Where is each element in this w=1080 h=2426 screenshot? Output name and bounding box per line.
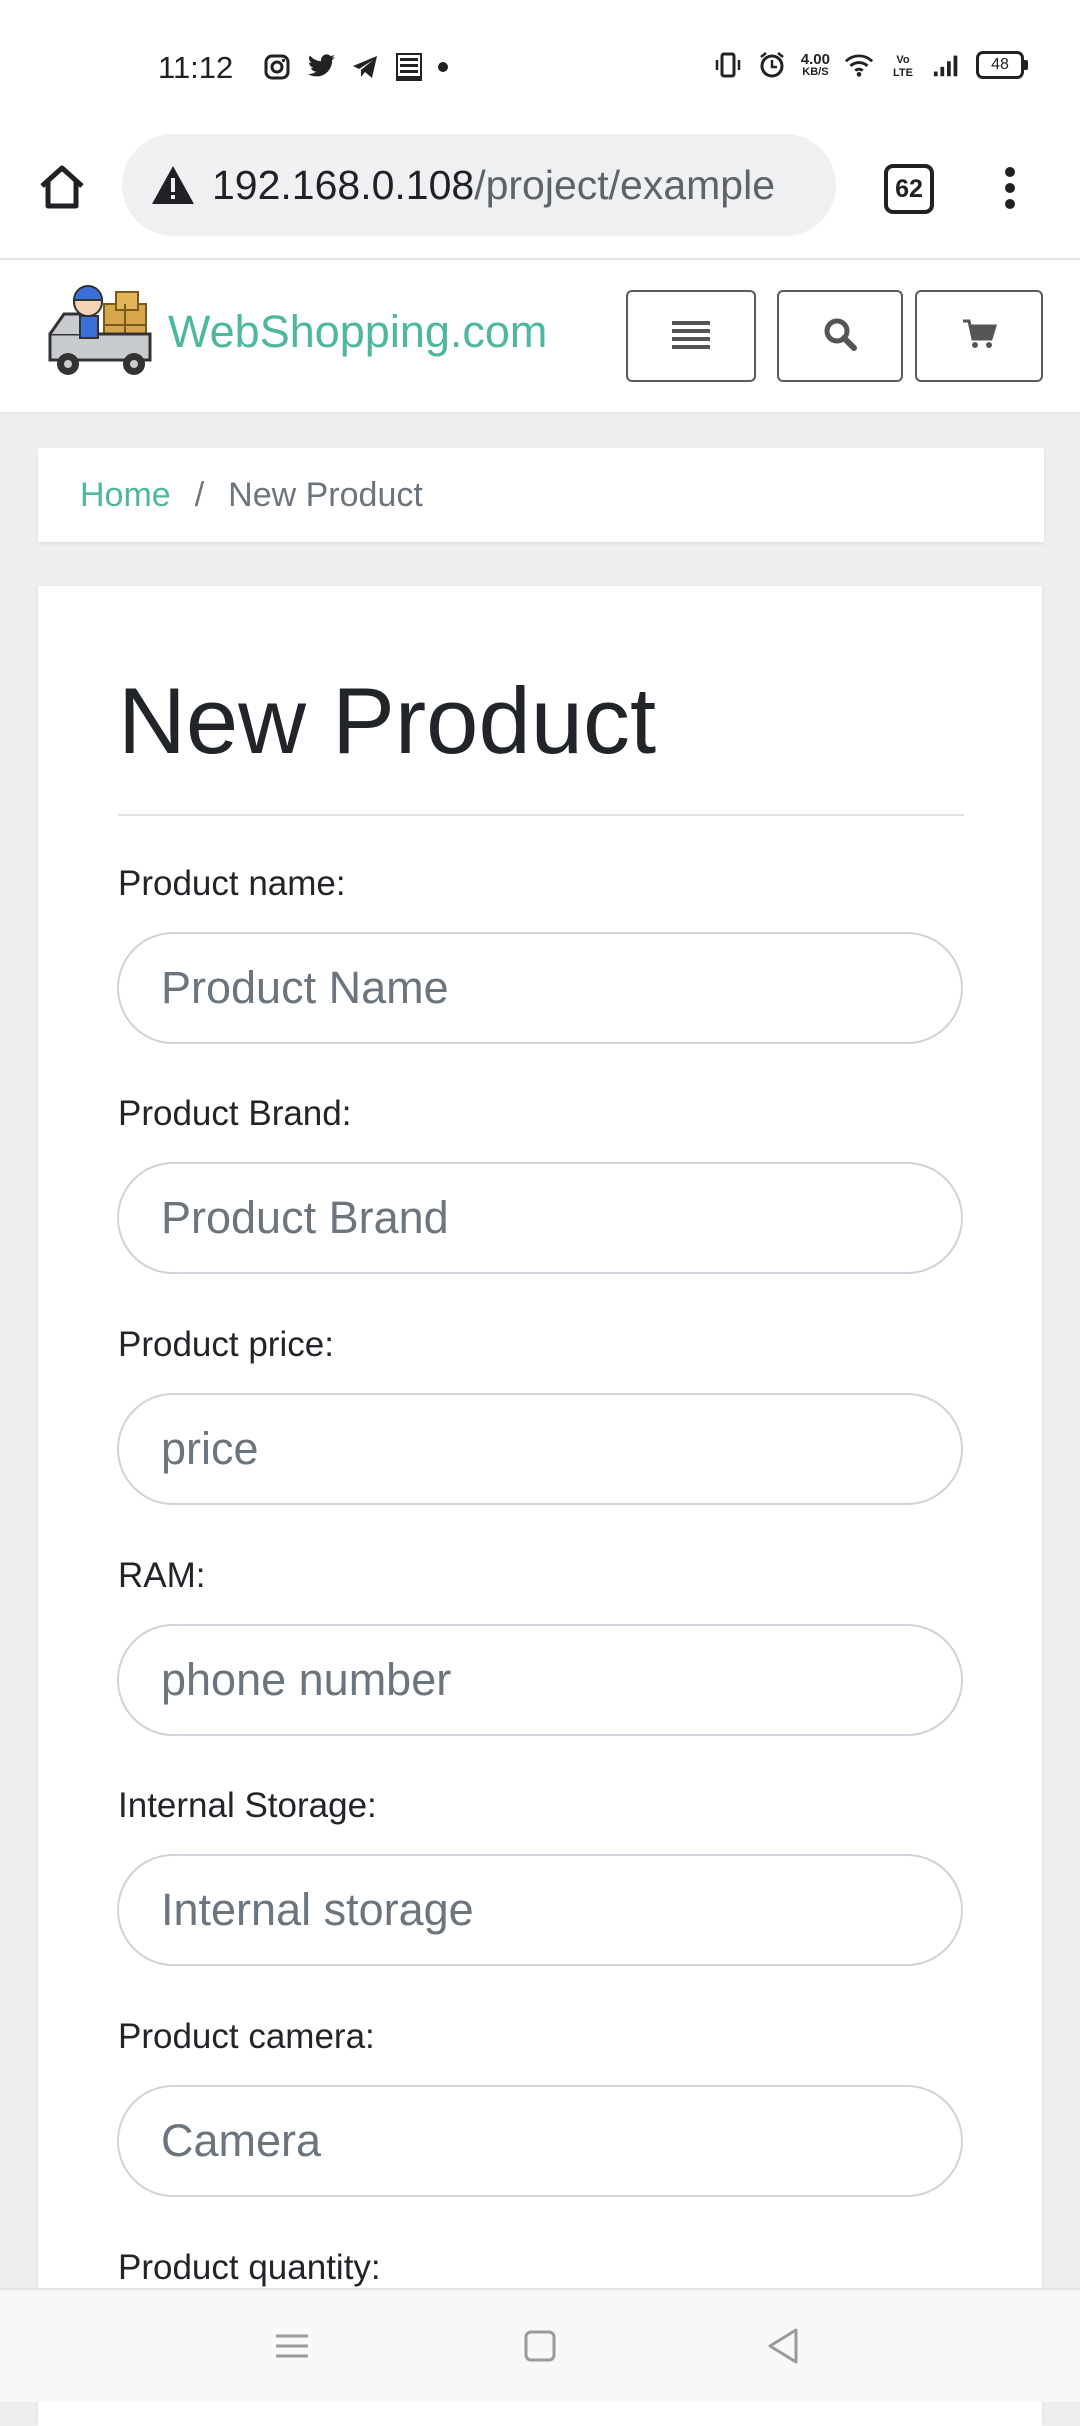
- internal-storage-input[interactable]: [117, 1854, 963, 1966]
- wifi-icon: [844, 50, 874, 80]
- ram-input[interactable]: [117, 1624, 963, 1736]
- warning-icon[interactable]: [150, 164, 196, 211]
- recent-apps-icon[interactable]: [272, 2326, 312, 2366]
- product-camera-input[interactable]: [117, 2085, 963, 2197]
- more-notifications-icon: [438, 62, 448, 72]
- breadcrumb-home-link[interactable]: Home: [80, 476, 171, 515]
- site-header: WebShopping.com: [0, 260, 1080, 414]
- delivery-truck-logo[interactable]: [46, 284, 158, 382]
- product-brand-label: Product Brand:: [118, 1094, 352, 1133]
- breadcrumb-current: New Product: [228, 475, 423, 514]
- browser-toolbar: 192.168.0.108/project/example 62: [0, 132, 1080, 260]
- cart-button[interactable]: [915, 290, 1043, 382]
- instagram-icon: [262, 52, 292, 82]
- back-icon[interactable]: [764, 2326, 804, 2366]
- title-divider: [118, 814, 964, 816]
- telegram-icon: [350, 52, 380, 82]
- page-title: New Product: [118, 668, 657, 773]
- product-name-input[interactable]: [117, 932, 963, 1044]
- url-text[interactable]: 192.168.0.108/project/example: [212, 160, 812, 210]
- nav-menu-button[interactable]: [626, 290, 756, 382]
- news-app-icon: [394, 52, 424, 82]
- breadcrumb: Home / New Product: [38, 448, 1044, 542]
- system-navigation-bar: [0, 2288, 1080, 2402]
- vibrate-icon: [713, 50, 743, 80]
- volte-icon: Vo LTE: [888, 50, 918, 80]
- status-time: 11:12: [158, 50, 234, 85]
- product-name-label: Product name:: [118, 864, 346, 903]
- product-brand-input[interactable]: [117, 1162, 963, 1274]
- network-speed: 4.00 KB/S: [800, 51, 830, 78]
- address-bar[interactable]: 192.168.0.108/project/example: [122, 134, 836, 236]
- hamburger-icon: [672, 319, 710, 354]
- home-nav-icon[interactable]: [520, 2326, 560, 2366]
- cart-icon: [961, 318, 998, 355]
- signal-icon: [932, 50, 962, 80]
- twitter-icon: [306, 52, 336, 82]
- product-camera-label: Product camera:: [118, 2017, 375, 2056]
- search-icon: [823, 317, 857, 356]
- home-icon[interactable]: [34, 160, 90, 216]
- status-bar: 11:12 4.00 KB/S Vo LTE 48: [0, 0, 1080, 132]
- svg-text:Vo: Vo: [896, 54, 910, 66]
- new-product-form: New Product Product name: Product Brand:…: [38, 586, 1042, 2426]
- product-price-label: Product price:: [118, 1325, 334, 1364]
- product-quantity-label: Product quantity:: [118, 2248, 381, 2287]
- more-options-icon[interactable]: [990, 160, 1030, 216]
- product-price-input[interactable]: [117, 1393, 963, 1505]
- system-icons: 4.00 KB/S Vo LTE 48: [713, 50, 1028, 80]
- tab-switcher-button[interactable]: 62: [884, 164, 934, 214]
- notification-icons: [262, 52, 448, 82]
- ram-label: RAM:: [118, 1556, 206, 1595]
- search-button[interactable]: [777, 290, 903, 382]
- site-brand-link[interactable]: WebShopping.com: [168, 304, 547, 360]
- internal-storage-label: Internal Storage:: [118, 1786, 377, 1825]
- alarm-icon: [757, 50, 787, 80]
- battery-icon: 48: [976, 51, 1028, 79]
- svg-text:LTE: LTE: [893, 67, 913, 79]
- breadcrumb-separator: /: [194, 475, 205, 514]
